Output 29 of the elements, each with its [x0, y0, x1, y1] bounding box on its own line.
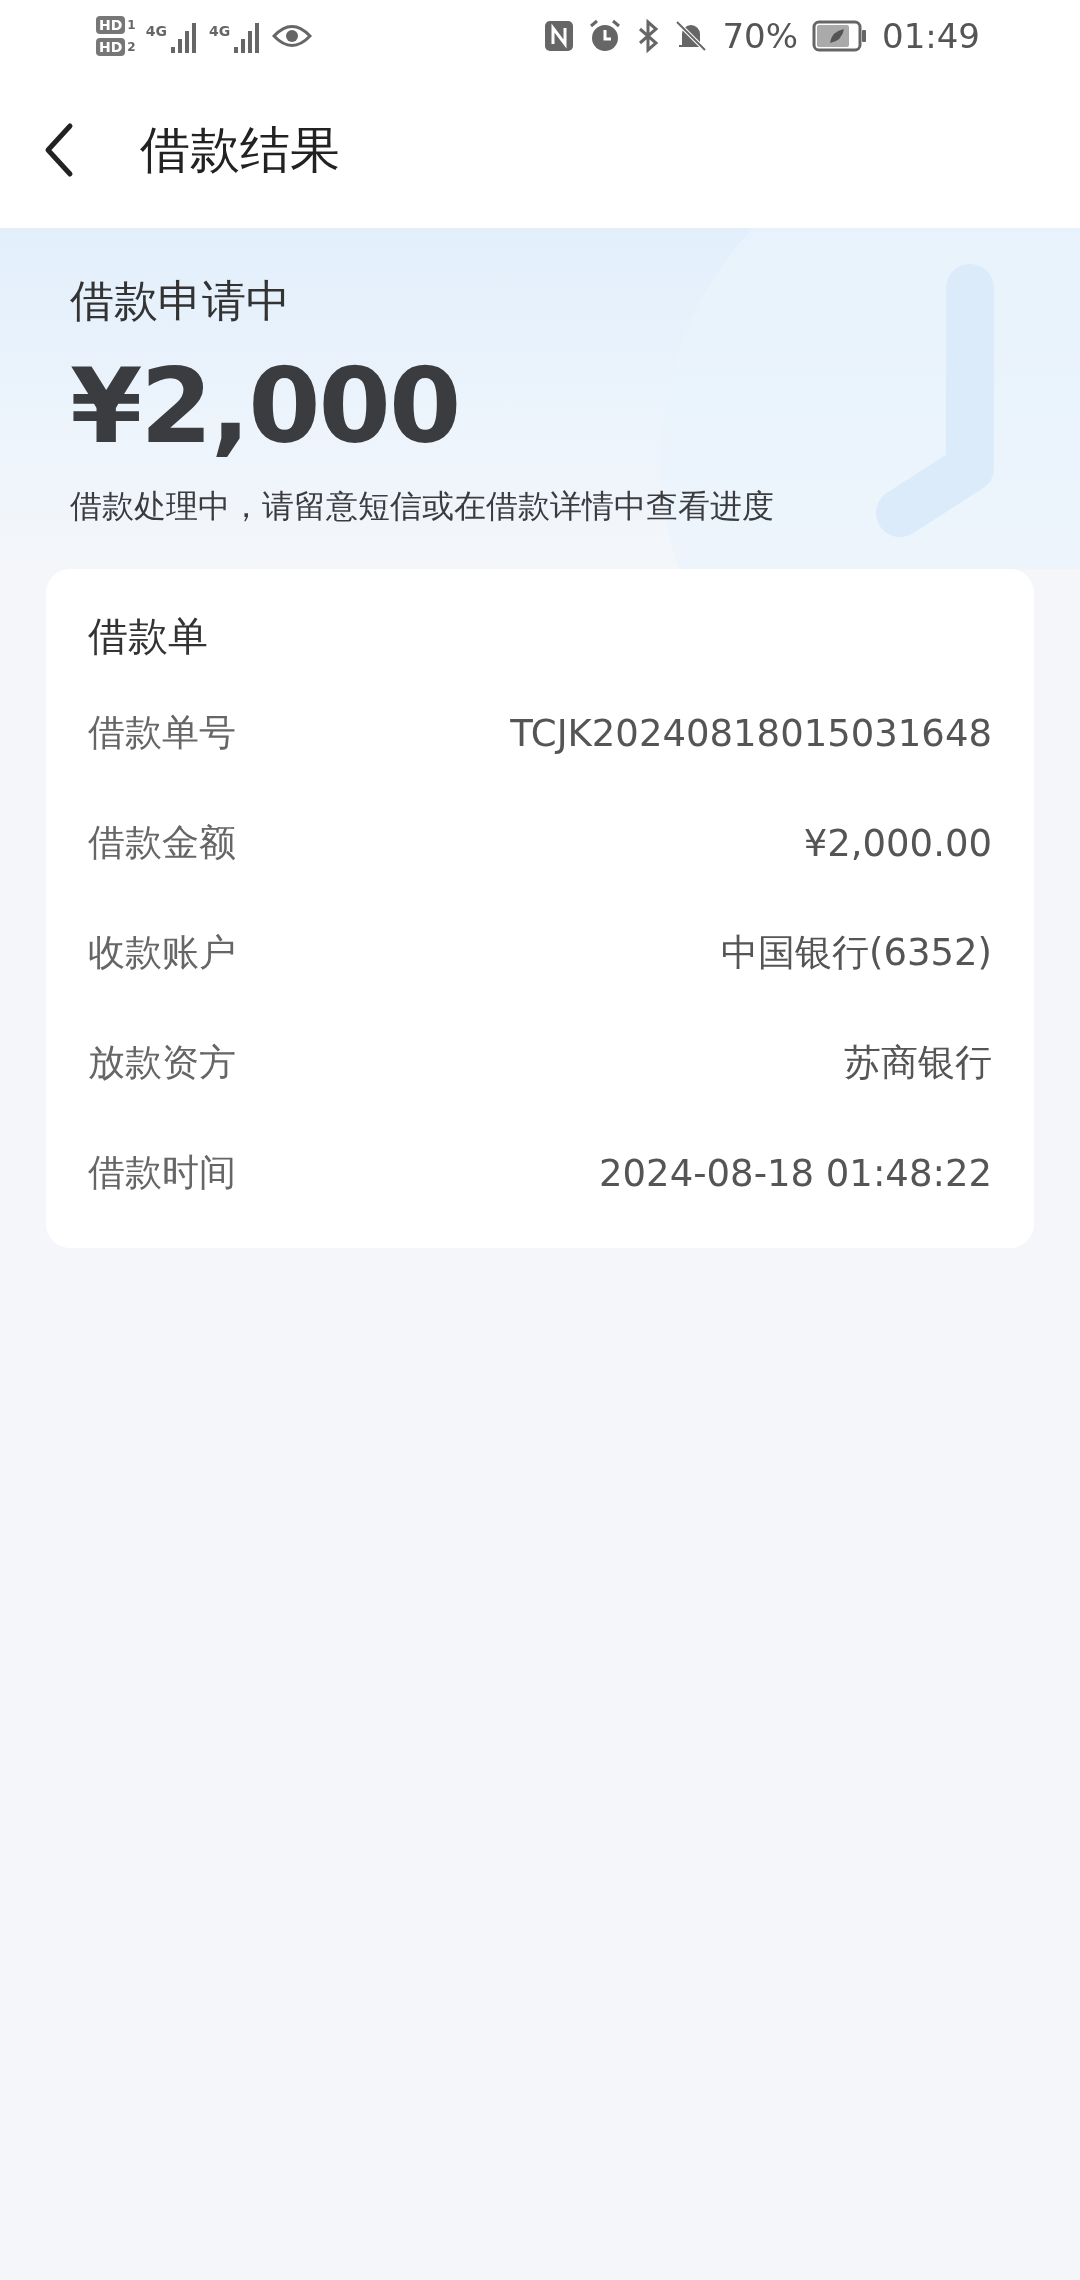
bluetooth-icon	[636, 19, 661, 53]
field-value: ¥2,000.00	[803, 821, 992, 865]
field-label: 放款资方	[88, 1040, 236, 1086]
field-value: 中国银行(6352)	[720, 930, 992, 976]
field-value: TCJK20240818015031648	[510, 711, 992, 755]
network-label: 4G	[145, 23, 167, 39]
network-label: 4G	[208, 23, 231, 39]
clock-time: 01:49	[882, 16, 980, 56]
card-title: 借款单	[88, 612, 209, 661]
battery-percent: 70%	[722, 16, 798, 56]
loan-status: 借款申请中	[70, 274, 290, 328]
field-value: 2024-08-18 01:48:22	[599, 1151, 992, 1195]
field-label: 借款时间	[88, 1150, 236, 1196]
sim-slot: 1	[127, 18, 136, 32]
sim-slot: 2	[127, 40, 136, 54]
page-title: 借款结果	[140, 119, 340, 181]
hd-label: HD	[96, 16, 126, 34]
status-message: 借款处理中，请留意短信或在借款详情中查看进度	[70, 486, 774, 527]
nfc-icon	[544, 20, 575, 52]
field-label: 借款单号	[88, 710, 236, 756]
field-label: 借款金额	[88, 820, 236, 866]
bell-off-icon	[674, 19, 709, 53]
alarm-icon	[588, 19, 623, 53]
battery-icon	[812, 20, 868, 52]
eye-icon	[272, 23, 313, 49]
field-value: 苏商银行	[844, 1040, 992, 1086]
loan-amount: ¥2,000	[70, 345, 460, 467]
hd-label: HD	[96, 38, 126, 56]
field-label: 收款账户	[88, 930, 236, 976]
